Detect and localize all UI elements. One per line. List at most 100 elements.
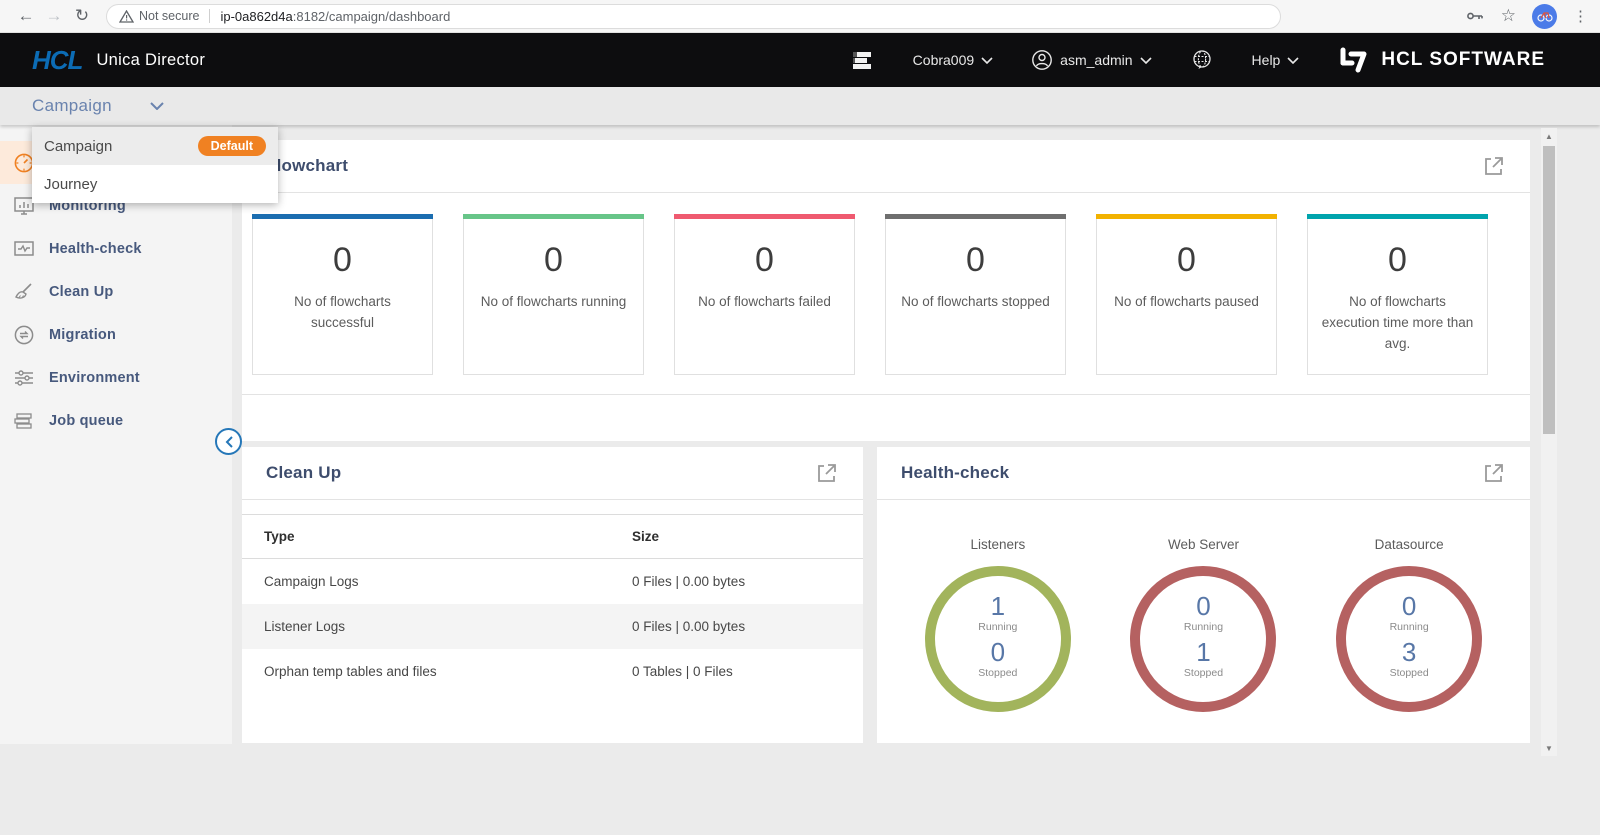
- running-count: 0: [1402, 593, 1416, 620]
- hcl-software-logo: HCL SOFTWARE: [1337, 46, 1545, 74]
- app-title: Unica Director: [96, 51, 205, 70]
- sidebar-item-job-queue[interactable]: Job queue: [0, 399, 232, 442]
- stopped-count: 0: [991, 639, 1005, 666]
- avatar-bicycle-icon: [1537, 10, 1553, 22]
- sidebar-item-label: Migration: [49, 327, 116, 343]
- sidebar-item-health-check[interactable]: Health-check: [0, 227, 232, 270]
- instance-menu[interactable]: Cobra009: [913, 52, 994, 68]
- environment-sliders-icon: [12, 366, 36, 390]
- card-accent-bar: [1307, 214, 1488, 219]
- warning-icon: [119, 10, 134, 23]
- dropdown-item-label: Campaign: [44, 138, 112, 155]
- dropdown-item-label: Journey: [44, 176, 97, 193]
- row-size: 0 Tables | 0 Files: [632, 664, 841, 679]
- health-gauges: Listeners 1 Running 0 Stopped Web Server…: [877, 500, 1530, 712]
- cleanup-panel-header: Clean Up: [242, 447, 863, 500]
- help-label: Help: [1252, 52, 1281, 68]
- stat-value: 0: [1097, 241, 1276, 280]
- not-secure-label: Not secure: [139, 9, 199, 23]
- browser-back-button[interactable]: ←: [12, 6, 40, 26]
- browser-profile-avatar[interactable]: [1532, 4, 1557, 29]
- key-icon[interactable]: [1465, 7, 1485, 25]
- omnibox-divider: [209, 9, 210, 23]
- address-bar[interactable]: Not secure ip-0a862d4a:8182/campaign/das…: [106, 4, 1281, 29]
- stat-label: No of flowcharts execution time more tha…: [1320, 292, 1475, 355]
- stat-label: No of flowcharts paused: [1109, 292, 1264, 313]
- hcl-logo: HCL: [32, 45, 82, 76]
- bookmark-star-icon[interactable]: ☆: [1501, 6, 1516, 26]
- stopped-label: Stopped: [1184, 667, 1223, 679]
- chevron-down-icon: [1140, 57, 1152, 64]
- flowchart-expand-button[interactable]: [1482, 154, 1506, 178]
- hcl-software-mark-icon: [1337, 46, 1371, 74]
- sidebar-item-migration[interactable]: Migration: [0, 313, 232, 356]
- gauge-listeners: Listeners 1 Running 0 Stopped: [925, 500, 1071, 712]
- sidebar-item-label: Job queue: [49, 413, 123, 429]
- url-path: :8182/campaign/dashboard: [293, 9, 451, 24]
- stat-label: No of flowcharts stopped: [898, 292, 1053, 313]
- stat-label: No of flowcharts running: [476, 292, 631, 313]
- cleanup-table: Type Size Campaign Logs 0 Files | 0.00 b…: [242, 514, 863, 694]
- user-name: asm_admin: [1060, 52, 1132, 68]
- browser-reload-button[interactable]: ↻: [68, 6, 96, 26]
- gauge-web-server: Web Server 0 Running 1 Stopped: [1130, 500, 1276, 712]
- gauge-title: Datasource: [1375, 537, 1444, 552]
- column-header-type: Type: [264, 529, 632, 544]
- row-type: Campaign Logs: [264, 574, 632, 589]
- user-icon: [1031, 49, 1053, 71]
- scrollbar-up-arrow[interactable]: ▲: [1541, 128, 1557, 144]
- dropdown-item-campaign[interactable]: Campaign Default: [32, 127, 278, 165]
- browser-menu-icon[interactable]: ⋮: [1573, 7, 1588, 25]
- cleanup-panel-title: Clean Up: [266, 463, 341, 483]
- stat-label: No of flowcharts successful: [265, 292, 420, 334]
- flowchart-panel-header: Flowchart: [242, 140, 1530, 193]
- app-header: HCL Unica Director Cobra009 asm_admin He…: [0, 33, 1600, 87]
- cleanup-expand-button[interactable]: [815, 461, 839, 485]
- sidebar-item-clean-up[interactable]: Clean Up: [0, 270, 232, 313]
- stat-value: 0: [886, 241, 1065, 280]
- sidebar-item-environment[interactable]: Environment: [0, 356, 232, 399]
- url-text: ip-0a862d4a:8182/campaign/dashboard: [220, 9, 450, 24]
- hcl-software-text: HCL SOFTWARE: [1381, 49, 1545, 71]
- instance-name: Cobra009: [913, 52, 975, 68]
- sidebar-collapse-button[interactable]: [215, 428, 242, 455]
- url-host: ip-0a862d4a: [220, 9, 292, 24]
- row-type: Orphan temp tables and files: [264, 664, 632, 679]
- gauge-datasource: Datasource 0 Running 3 Stopped: [1336, 500, 1482, 712]
- running-count: 0: [1196, 593, 1210, 620]
- default-badge: Default: [198, 136, 266, 156]
- flowchart-cards: 0 No of flowcharts successful 0 No of fl…: [242, 193, 1530, 375]
- open-in-new-icon: [815, 461, 839, 485]
- column-header-size: Size: [632, 529, 841, 544]
- browser-forward-button[interactable]: →: [40, 6, 68, 26]
- flowchart-panel-title: Flowchart: [266, 156, 348, 176]
- stat-card-stopped: 0 No of flowcharts stopped: [885, 215, 1066, 375]
- stat-label: No of flowcharts failed: [687, 292, 842, 313]
- product-selector[interactable]: Campaign: [32, 96, 164, 116]
- help-menu[interactable]: Help: [1252, 52, 1300, 68]
- dropdown-item-journey[interactable]: Journey: [32, 165, 278, 203]
- migration-icon: [12, 323, 36, 347]
- user-menu[interactable]: asm_admin: [1031, 49, 1151, 71]
- stopped-label: Stopped: [1390, 667, 1429, 679]
- queue-list-icon[interactable]: [849, 47, 875, 73]
- running-count: 1: [991, 593, 1005, 620]
- scrollbar-down-arrow[interactable]: ▼: [1541, 740, 1557, 756]
- health-check-icon: [12, 237, 36, 261]
- card-accent-bar: [885, 214, 1066, 219]
- gauge-title: Listeners: [970, 537, 1025, 552]
- table-row: Listener Logs 0 Files | 0.00 bytes: [242, 604, 863, 649]
- not-secure-indicator[interactable]: Not secure: [119, 9, 199, 23]
- open-in-new-icon: [1482, 154, 1506, 178]
- page-scrollbar[interactable]: ▲ ▼: [1541, 128, 1557, 756]
- flowchart-panel: Flowchart 0 No of flowcharts successful …: [242, 140, 1530, 441]
- health-expand-button[interactable]: [1482, 461, 1506, 485]
- chevron-down-icon: [1287, 57, 1299, 64]
- stat-card-successful: 0 No of flowcharts successful: [252, 215, 433, 375]
- running-label: Running: [978, 621, 1017, 633]
- stopped-count: 3: [1402, 639, 1416, 666]
- gauge-ring: 0 Running 1 Stopped: [1130, 566, 1276, 712]
- globe-language-icon[interactable]: [1190, 48, 1214, 72]
- sidebar-item-label: Clean Up: [49, 284, 113, 300]
- scrollbar-thumb[interactable]: [1543, 146, 1555, 434]
